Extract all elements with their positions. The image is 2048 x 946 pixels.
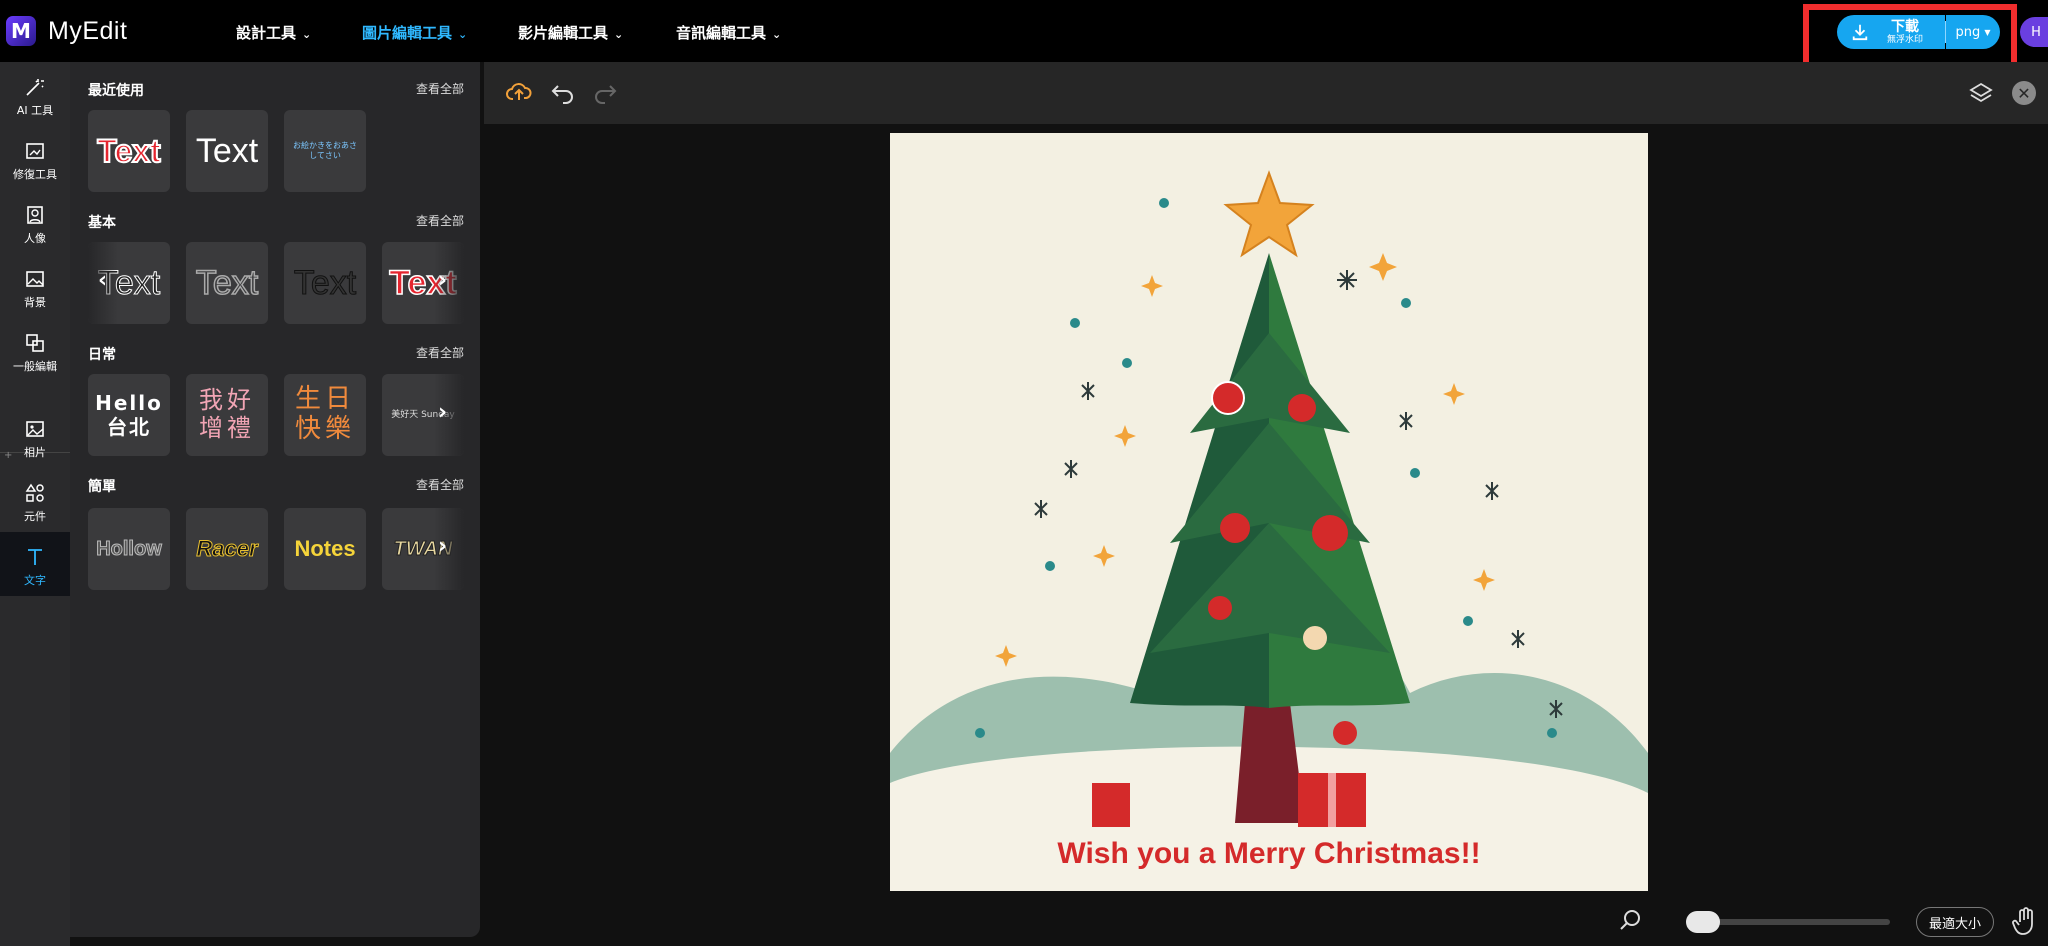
rail-item-elements[interactable]: 元件	[0, 482, 70, 524]
tile-text: Text	[195, 263, 259, 303]
tile-text: 生日 快樂	[294, 384, 355, 444]
tile-text: 我好 增禮	[199, 386, 255, 442]
rail-label: 文字	[24, 574, 46, 587]
text-style-tile[interactable]: お絵かきをおあさしてさい	[284, 110, 366, 192]
section-title-daily: 日常	[88, 347, 116, 363]
tool-rail: AI 工具 修復工具 人像 背景 一般編輯 + 相片 元件 文字	[0, 62, 70, 946]
tile-text: Racer	[196, 536, 258, 562]
rail-label: 人像	[24, 232, 46, 245]
scroll-right-button[interactable]: ›	[438, 534, 447, 559]
rail-label: AI 工具	[16, 104, 54, 117]
text-style-tile[interactable]: TWAN	[382, 508, 464, 590]
tile-text: Text	[195, 131, 259, 170]
text-style-tile[interactable]: Text	[186, 110, 268, 192]
tile-text: Hello 台北	[95, 391, 163, 439]
see-all-recent-link[interactable]: 查看全部	[416, 80, 464, 97]
rail-label: 修復工具	[13, 168, 57, 181]
text-style-tile[interactable]: Text	[284, 242, 366, 324]
hand-pan-icon[interactable]	[2012, 906, 2038, 936]
scroll-right-button[interactable]: ›	[438, 268, 447, 293]
greeting-text: Wish you a Merry Christmas!!	[1057, 837, 1480, 870]
undo-icon[interactable]	[550, 80, 576, 104]
section-title-simple: 簡單	[88, 479, 116, 495]
rail-item-general-edit[interactable]: 一般編輯	[0, 332, 70, 374]
text-style-tile[interactable]: Notes	[284, 508, 366, 590]
background-icon	[26, 271, 44, 287]
tile-text: Hollow	[96, 537, 163, 560]
app-logo[interactable]: M	[6, 16, 36, 46]
text-style-tile[interactable]: 生日 快樂	[284, 374, 366, 456]
download-highlight-box	[1803, 4, 2017, 71]
portrait-icon	[27, 206, 43, 224]
see-all-simple-link[interactable]: 查看全部	[416, 476, 464, 493]
text-style-tile[interactable]: 我好 增禮	[186, 374, 268, 456]
rail-label: 一般編輯	[13, 360, 57, 373]
christmas-tree-illustration: Wish you a Merry Christmas!!	[890, 170, 1648, 891]
upload-cloud-icon[interactable]	[506, 80, 532, 104]
text-style-panel: 最近使用 查看全部 Text Text お絵かきをおあさしてさい 基本 查看全部…	[70, 62, 480, 937]
rail-item-portrait[interactable]: 人像	[0, 204, 70, 246]
scroll-left-button[interactable]: ‹	[98, 268, 107, 293]
chevron-down-icon: ⌄	[302, 28, 312, 41]
rail-label: 相片	[24, 446, 46, 459]
layers-icon[interactable]	[1968, 81, 1994, 105]
text-style-tile[interactable]: Hollow	[88, 508, 170, 590]
redo-icon[interactable]	[592, 80, 618, 104]
scroll-right-button[interactable]: ›	[438, 400, 447, 425]
section-title-basic: 基本	[88, 215, 116, 231]
rail-item-background[interactable]: 背景	[0, 268, 70, 310]
nav-video-tools[interactable]: 影片編輯工具 ⌄	[518, 22, 623, 43]
zoom-slider-handle[interactable]	[1686, 911, 1720, 933]
text-style-tile[interactable]: Text	[186, 242, 268, 324]
canvas-toolbar: ✕	[484, 62, 2048, 124]
shapes-icon	[25, 483, 44, 502]
magic-wand-icon	[26, 79, 44, 96]
text-icon	[28, 549, 42, 565]
repair-icon	[26, 143, 44, 159]
rail-item-text[interactable]: 文字	[0, 532, 70, 596]
text-style-tile[interactable]: Racer	[186, 508, 268, 590]
section-title-recent: 最近使用	[88, 83, 144, 99]
crop-icon	[26, 334, 44, 352]
rail-item-repair[interactable]: 修復工具	[0, 140, 70, 182]
chevron-down-icon: ⌄	[772, 28, 782, 41]
avatar[interactable]: H	[2020, 17, 2048, 47]
close-icon[interactable]: ✕	[2012, 81, 2036, 105]
nav-design-tools[interactable]: 設計工具 ⌄	[236, 22, 311, 43]
chevron-down-icon: ⌄	[458, 28, 468, 41]
text-style-tile[interactable]: Text	[382, 242, 464, 324]
rail-item-ai-tools[interactable]: AI 工具	[0, 76, 70, 118]
tile-text: Text	[96, 132, 161, 170]
text-style-tile[interactable]: Hello 台北	[88, 374, 170, 456]
text-style-tile[interactable]: 美好天 Sunday	[382, 374, 464, 456]
nav-audio-tools[interactable]: 音訊編輯工具 ⌄	[676, 22, 781, 43]
rail-label: 背景	[24, 296, 46, 309]
tile-text: Text	[293, 263, 357, 302]
tile-text: Notes	[294, 536, 356, 561]
fit-to-screen-button[interactable]: 最適大小	[1916, 907, 1994, 937]
app-title: MyEdit	[48, 17, 128, 45]
see-all-basic-link[interactable]: 查看全部	[416, 212, 464, 229]
tile-text: お絵かきをおあさしてさい	[293, 140, 357, 160]
text-style-tile[interactable]: Text	[88, 110, 170, 192]
christmas-card-artwork[interactable]: Wish you a Merry Christmas!!	[890, 133, 1648, 891]
nav-image-tools[interactable]: 圖片編輯工具 ⌄	[362, 22, 467, 43]
top-bar: M MyEdit 設計工具 ⌄ 圖片編輯工具 ⌄ 影片編輯工具 ⌄ 音訊編輯工具 ⌄ 下…	[0, 0, 2048, 62]
rail-label: 元件	[24, 510, 46, 523]
see-all-daily-link[interactable]: 查看全部	[416, 344, 464, 361]
chevron-down-icon: ⌄	[614, 28, 624, 41]
photo-icon	[26, 421, 44, 437]
rail-item-photo[interactable]: 相片	[0, 418, 70, 460]
search-zoom-icon[interactable]	[1618, 908, 1644, 934]
